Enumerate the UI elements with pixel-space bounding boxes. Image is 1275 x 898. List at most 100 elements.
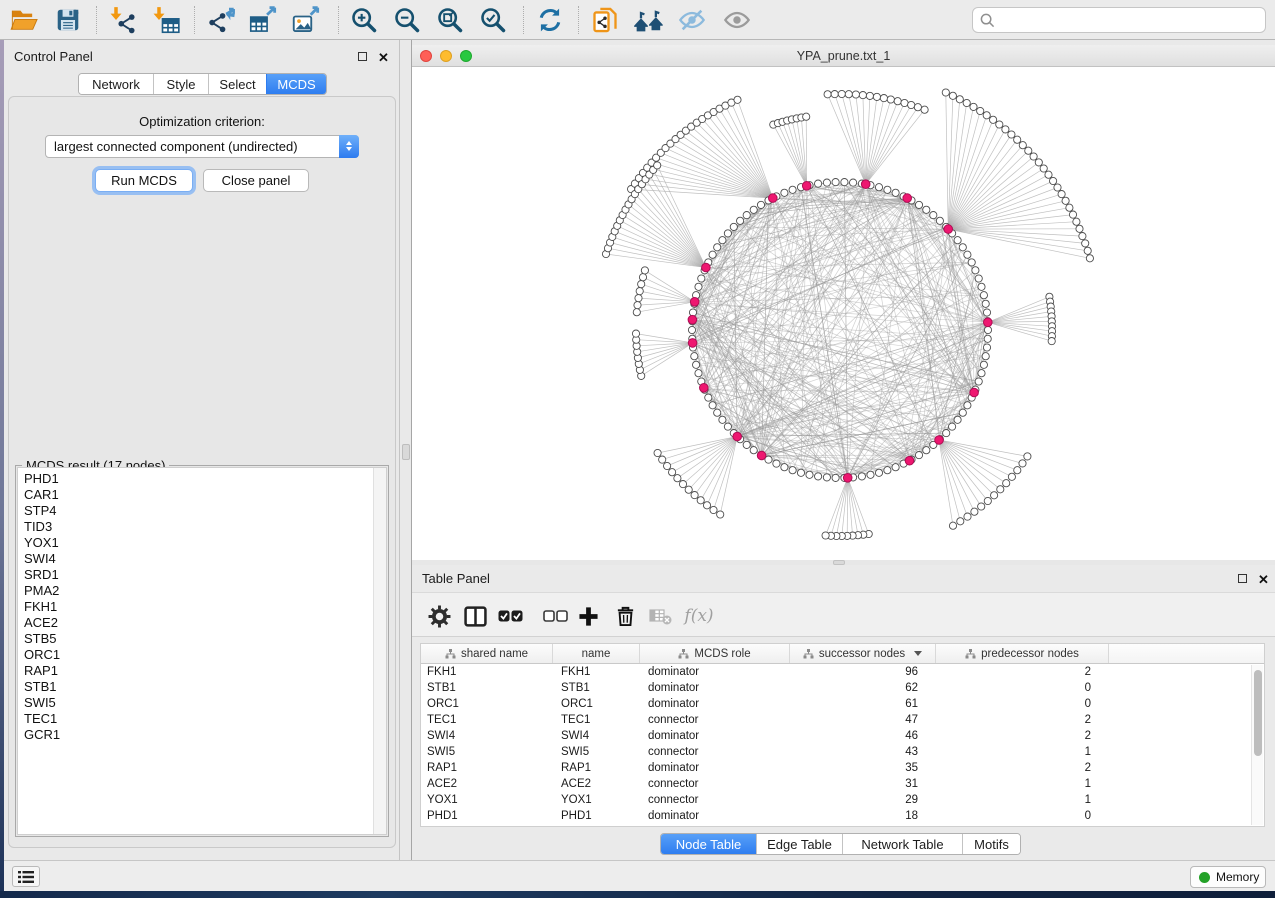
first-neighbors-button[interactable] bbox=[632, 4, 666, 36]
close-panel-icon[interactable]: ✕ bbox=[1258, 573, 1269, 586]
select-all-button[interactable] bbox=[495, 601, 525, 631]
tab-node-table[interactable]: Node Table bbox=[661, 834, 756, 854]
table-cell: ORC1 bbox=[421, 698, 553, 710]
table-cell: TEC1 bbox=[421, 714, 553, 726]
table-cell: 2 bbox=[936, 730, 1109, 742]
list-item[interactable]: SRD1 bbox=[18, 567, 386, 583]
table-row[interactable]: YOX1YOX1connector291 bbox=[421, 792, 1264, 808]
list-item[interactable]: CAR1 bbox=[18, 487, 386, 503]
zoom-fit-button[interactable] bbox=[433, 4, 467, 36]
open-folder-icon bbox=[10, 7, 38, 33]
run-mcds-button[interactable]: Run MCDS bbox=[95, 169, 193, 192]
split-view-button[interactable] bbox=[460, 601, 490, 631]
table-row[interactable]: SWI5SWI5connector431 bbox=[421, 744, 1264, 760]
export-image-button[interactable] bbox=[289, 4, 323, 36]
table-cell: 47 bbox=[790, 714, 936, 726]
delete-table-button[interactable] bbox=[645, 601, 675, 631]
table-row[interactable]: STB1STB1dominator620 bbox=[421, 680, 1264, 696]
table-cell: 96 bbox=[790, 666, 936, 678]
splitter-grip[interactable] bbox=[402, 444, 410, 460]
import-table-button[interactable] bbox=[149, 4, 183, 36]
duplicate-network-button[interactable] bbox=[588, 4, 622, 36]
table-cell: RAP1 bbox=[553, 762, 640, 774]
close-panel-icon[interactable]: ✕ bbox=[378, 51, 389, 64]
tab-style[interactable]: Style bbox=[153, 74, 208, 94]
list-item[interactable]: FKH1 bbox=[18, 599, 386, 615]
column-header-mcds-role[interactable]: MCDS role bbox=[640, 644, 790, 663]
table-settings-button[interactable] bbox=[424, 601, 454, 631]
memory-button[interactable]: Memory bbox=[1190, 866, 1266, 888]
table-row[interactable]: FKH1FKH1dominator962 bbox=[421, 664, 1264, 680]
column-header-shared-name[interactable]: shared name bbox=[421, 644, 553, 663]
table-cell: STB1 bbox=[553, 682, 640, 694]
tab-network[interactable]: Network bbox=[79, 74, 153, 94]
apply-function-button[interactable]: f(x) bbox=[684, 601, 714, 631]
table-panel-tabs: Node Table Edge Table Network Table Moti… bbox=[660, 833, 1021, 855]
open-file-button[interactable] bbox=[7, 4, 41, 36]
table-cell: 2 bbox=[936, 714, 1109, 726]
close-panel-button[interactable]: Close panel bbox=[203, 169, 309, 192]
list-item[interactable]: STB5 bbox=[18, 631, 386, 647]
zoom-out-button[interactable] bbox=[390, 4, 424, 36]
list-item[interactable]: STB1 bbox=[18, 679, 386, 695]
scrollbar-thumb[interactable] bbox=[1254, 670, 1262, 756]
float-panel-icon[interactable] bbox=[1238, 574, 1247, 583]
network-view-window: YPA_prune.txt_1 bbox=[412, 40, 1275, 560]
mcds-result-list[interactable]: PHD1CAR1STP4TID3YOX1SWI4SRD1PMA2FKH1ACE2… bbox=[17, 467, 387, 835]
optimization-criterion-select[interactable]: largest connected component (undirected) bbox=[45, 135, 359, 158]
zoom-selected-button[interactable] bbox=[476, 4, 510, 36]
network-canvas[interactable] bbox=[412, 67, 1275, 560]
vertical-splitter[interactable] bbox=[400, 40, 412, 860]
list-scrollbar[interactable] bbox=[373, 468, 386, 834]
task-history-button[interactable] bbox=[12, 866, 40, 887]
list-item[interactable]: ORC1 bbox=[18, 647, 386, 663]
table-row[interactable]: RAP1RAP1dominator352 bbox=[421, 760, 1264, 776]
show-all-icon bbox=[723, 7, 751, 33]
list-item[interactable]: SWI5 bbox=[18, 695, 386, 711]
list-item[interactable]: PHD1 bbox=[18, 471, 386, 487]
toolbar-separator bbox=[523, 6, 524, 34]
table-scrollbar[interactable] bbox=[1251, 665, 1263, 825]
column-header-successor-nodes[interactable]: successor nodes bbox=[790, 644, 936, 663]
delete-column-button[interactable] bbox=[610, 601, 640, 631]
list-item[interactable]: TEC1 bbox=[18, 711, 386, 727]
search-input[interactable] bbox=[1000, 13, 1265, 28]
table-cell: YOX1 bbox=[421, 794, 553, 806]
search-field[interactable] bbox=[972, 7, 1266, 33]
table-row[interactable]: TEC1TEC1connector472 bbox=[421, 712, 1264, 728]
table-cell: 0 bbox=[936, 682, 1109, 694]
list-item[interactable]: PMA2 bbox=[18, 583, 386, 599]
list-item[interactable]: GCR1 bbox=[18, 727, 386, 743]
list-item[interactable]: RAP1 bbox=[18, 663, 386, 679]
float-panel-icon[interactable] bbox=[358, 52, 367, 61]
table-row[interactable]: ACE2ACE2connector311 bbox=[421, 776, 1264, 792]
list-item[interactable]: STP4 bbox=[18, 503, 386, 519]
column-header-name[interactable]: name bbox=[553, 644, 640, 663]
list-item[interactable]: ACE2 bbox=[18, 615, 386, 631]
show-all-button[interactable] bbox=[720, 4, 754, 36]
tab-mcds[interactable]: MCDS bbox=[266, 74, 326, 94]
tab-motifs[interactable]: Motifs bbox=[962, 834, 1020, 854]
add-column-button[interactable] bbox=[573, 601, 603, 631]
refresh-view-button[interactable] bbox=[533, 4, 567, 36]
zoom-in-button[interactable] bbox=[347, 4, 381, 36]
list-item[interactable]: SWI4 bbox=[18, 551, 386, 567]
table-row[interactable]: SWI4SWI4dominator462 bbox=[421, 728, 1264, 744]
export-network-button[interactable] bbox=[205, 4, 239, 36]
import-network-button[interactable] bbox=[106, 4, 140, 36]
deselect-all-button[interactable] bbox=[540, 601, 570, 631]
tab-select[interactable]: Select bbox=[208, 74, 266, 94]
network-window-titlebar[interactable]: YPA_prune.txt_1 bbox=[412, 45, 1275, 67]
tab-network-table[interactable]: Network Table bbox=[842, 834, 962, 854]
export-table-button[interactable] bbox=[246, 4, 280, 36]
save-session-button[interactable] bbox=[51, 4, 85, 36]
list-item[interactable]: TID3 bbox=[18, 519, 386, 535]
table-row[interactable]: ORC1ORC1dominator610 bbox=[421, 696, 1264, 712]
table-row[interactable]: PHD1PHD1dominator180 bbox=[421, 808, 1264, 824]
import-table-icon bbox=[152, 6, 180, 34]
list-item[interactable]: YOX1 bbox=[18, 535, 386, 551]
tab-edge-table[interactable]: Edge Table bbox=[756, 834, 842, 854]
table-cell: dominator bbox=[640, 762, 790, 774]
hide-selected-button[interactable] bbox=[675, 4, 709, 36]
column-header-predecessor-nodes[interactable]: predecessor nodes bbox=[936, 644, 1109, 663]
